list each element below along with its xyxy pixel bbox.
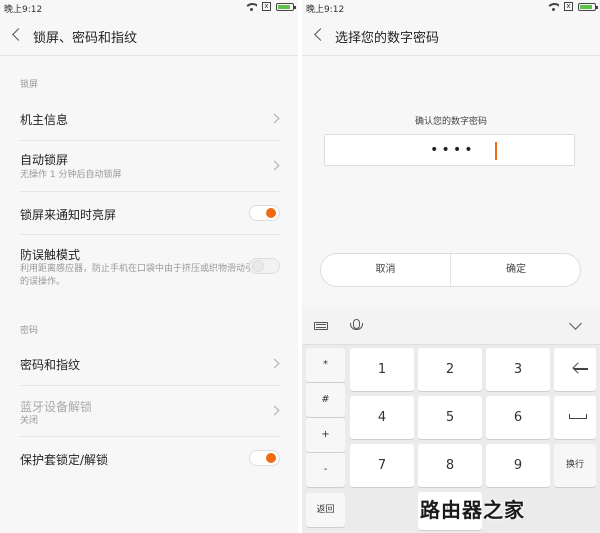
key-digit-5[interactable]: 5: [418, 396, 482, 439]
watermark: 路由器之家: [420, 498, 525, 522]
back-arrow-icon[interactable]: [314, 28, 327, 41]
key-digit-1[interactable]: 1: [350, 348, 414, 391]
chevron-right-icon: [269, 405, 280, 416]
toggle-knob: [266, 208, 276, 218]
status-bar: 晚上9:12 x: [0, 0, 298, 16]
key-symbol-hash[interactable]: #: [306, 383, 345, 417]
space-icon: [569, 414, 587, 419]
key-return[interactable]: 返回: [306, 493, 345, 527]
action-buttons: 取消 确定: [320, 253, 581, 287]
row-case-lock[interactable]: 保护套锁定/解锁: [0, 437, 298, 481]
row-title: 密码和指纹: [20, 358, 81, 372]
wifi-icon: [246, 2, 257, 11]
row-title: 防误触模式: [20, 248, 81, 262]
row-title: 机主信息: [20, 113, 69, 127]
chevron-right-icon: [269, 160, 280, 171]
key-digit-8[interactable]: 8: [418, 444, 482, 487]
battery-icon: [276, 2, 296, 11]
toggle-knob: [266, 453, 276, 463]
status-bar: 晚上9:12 x: [302, 0, 600, 16]
wifi-icon: [548, 2, 559, 11]
back-arrow-icon[interactable]: [12, 28, 25, 41]
pin-entry-panel: 晚上9:12 x 选择您的数字密码 确认您的数字密码 •••• 取消 确定 * …: [302, 0, 600, 533]
cancel-button[interactable]: 取消: [321, 254, 451, 286]
chevron-right-icon: [269, 358, 280, 369]
key-space[interactable]: [554, 396, 596, 439]
status-icons: x: [548, 2, 598, 11]
row-password-fingerprint[interactable]: 密码和指纹: [0, 342, 298, 386]
microphone-icon[interactable]: [350, 319, 363, 330]
key-digit-3[interactable]: 3: [486, 348, 550, 391]
title-bar: 锁屏、密码和指纹: [0, 16, 298, 56]
key-digit-2[interactable]: 2: [418, 348, 482, 391]
chevron-down-icon[interactable]: [569, 317, 582, 330]
key-digit-9[interactable]: 9: [486, 444, 550, 487]
row-anti-mistouch[interactable]: 防误触模式 利用距离感应器，防止手机在口袋中由于挤压或织物滑动引起的误操作。: [0, 235, 298, 300]
row-title: 蓝牙设备解锁: [20, 400, 93, 414]
anti-mistouch-toggle[interactable]: [249, 258, 280, 274]
section-label-password: 密码: [20, 326, 39, 336]
no-sim-icon: x: [564, 2, 573, 11]
case-lock-toggle[interactable]: [249, 450, 280, 466]
page-title: 锁屏、密码和指纹: [33, 31, 138, 46]
settings-lock-screen-panel: 晚上9:12 x 锁屏、密码和指纹 锁屏 机主信息 自动锁屏 无操作 1 分钟后…: [0, 0, 298, 533]
key-backspace[interactable]: [554, 348, 596, 391]
row-subtitle: 利用距离感应器，防止手机在口袋中由于挤压或织物滑动引起的误操作。: [20, 264, 264, 287]
keyboard-icon[interactable]: [314, 322, 328, 330]
key-newline[interactable]: 换行: [554, 444, 596, 487]
keyboard-toolbar: [302, 307, 600, 345]
row-subtitle: 无操作 1 分钟后自动锁屏: [20, 170, 122, 180]
status-time: 晚上9:12: [4, 5, 43, 15]
pin-input[interactable]: ••••: [324, 134, 575, 166]
row-title: 保护套锁定/解锁: [20, 453, 109, 467]
no-sim-icon: x: [262, 2, 271, 11]
confirm-pin-label: 确认您的数字密码: [414, 117, 487, 127]
section-label-lock: 锁屏: [20, 80, 39, 90]
row-title: 自动锁屏: [20, 153, 69, 167]
backspace-icon: [574, 368, 588, 370]
row-subtitle: 关闭: [20, 416, 39, 426]
key-symbol-plus[interactable]: +: [306, 418, 345, 452]
page-title: 选择您的数字密码: [335, 31, 440, 46]
key-symbol-minus[interactable]: -: [306, 453, 345, 487]
row-owner-info[interactable]: 机主信息: [0, 97, 298, 141]
battery-icon: [578, 2, 598, 11]
confirm-button[interactable]: 确定: [451, 254, 581, 286]
key-symbol-star[interactable]: *: [306, 348, 345, 382]
row-wake-on-notification[interactable]: 锁屏来通知时亮屏: [0, 192, 298, 235]
title-bar: 选择您的数字密码: [302, 16, 600, 56]
text-caret: [495, 142, 497, 160]
status-time: 晚上9:12: [306, 5, 345, 15]
pin-masked-value: ••••: [430, 142, 476, 158]
key-digit-7[interactable]: 7: [350, 444, 414, 487]
status-icons: x: [246, 2, 296, 11]
row-bluetooth-unlock[interactable]: 蓝牙设备解锁 关闭: [0, 386, 298, 437]
key-digit-6[interactable]: 6: [486, 396, 550, 439]
row-auto-lock[interactable]: 自动锁屏 无操作 1 分钟后自动锁屏: [0, 141, 298, 192]
toggle-knob: [252, 260, 264, 272]
row-title: 锁屏来通知时亮屏: [20, 208, 117, 222]
chevron-right-icon: [269, 113, 280, 124]
key-digit-4[interactable]: 4: [350, 396, 414, 439]
wake-on-notification-toggle[interactable]: [249, 205, 280, 221]
